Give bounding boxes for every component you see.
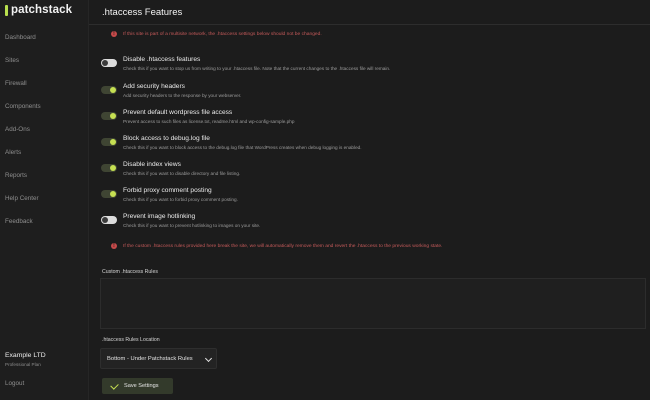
toggle-knob <box>110 87 116 93</box>
setting-title: Block access to debug.log file <box>123 135 210 142</box>
setting-description: Check this if you want to forbid proxy c… <box>123 196 238 202</box>
setting-prevent-file-access: Prevent default wordpress file access Pr… <box>101 109 641 132</box>
org-name[interactable]: Example LTD <box>5 352 46 359</box>
sidebar: patchstack Dashboard Sites Firewall Comp… <box>0 0 89 400</box>
setting-title: Add security headers <box>123 83 185 90</box>
custom-rules-label: Custom .htaccess Rules <box>102 269 158 275</box>
setting-title: Prevent default wordpress file access <box>123 109 233 116</box>
multisite-warning: ! If this site is part of a multisite ne… <box>111 31 322 37</box>
setting-block-debug-log: Block access to debug.log file Check thi… <box>101 135 641 158</box>
rules-location-label: .htaccess Rules Location <box>102 337 160 343</box>
setting-prevent-hotlinking: Prevent image hotlinking Check this if y… <box>101 213 641 236</box>
sidebar-item-reports[interactable]: Reports <box>5 172 27 179</box>
sidebar-item-components[interactable]: Components <box>5 103 41 110</box>
custom-rules-warning: ! If the custom .htaccess rules provided… <box>111 243 442 249</box>
page-title: .htaccess Features <box>102 7 183 18</box>
toggle-security-headers[interactable] <box>101 86 117 94</box>
sidebar-item-add-ons[interactable]: Add-Ons <box>5 126 30 133</box>
toggle-forbid-proxy-comment[interactable] <box>101 190 117 198</box>
toggle-disable-htaccess[interactable] <box>101 59 117 67</box>
setting-title: Forbid proxy comment posting <box>123 187 212 194</box>
setting-disable-htaccess: Disable .htaccess features Check this if… <box>101 56 641 79</box>
setting-description: Prevent access to such files as license.… <box>123 118 295 124</box>
toggle-disable-index-views[interactable] <box>101 164 117 172</box>
setting-title: Disable .htaccess features <box>123 56 201 63</box>
sidebar-item-dashboard[interactable]: Dashboard <box>5 34 36 41</box>
custom-rules-textarea[interactable] <box>100 278 646 329</box>
warning-icon: ! <box>111 243 117 249</box>
toggle-knob <box>110 165 116 171</box>
toggle-knob <box>110 191 116 197</box>
custom-rules-warning-text: If the custom .htaccess rules provided h… <box>123 243 443 249</box>
toggle-knob <box>110 139 116 145</box>
patchstack-logo[interactable]: patchstack <box>5 4 72 16</box>
toggle-knob <box>102 217 108 223</box>
toggle-knob <box>110 113 116 119</box>
sidebar-item-alerts[interactable]: Alerts <box>5 149 21 156</box>
save-settings-label: Save Settings <box>124 383 159 389</box>
toggle-knob <box>102 60 108 66</box>
setting-description: Check this if you want to disable direct… <box>123 170 241 176</box>
title-divider <box>89 24 650 25</box>
setting-title: Prevent image hotlinking <box>123 213 196 220</box>
toggle-prevent-file-access[interactable] <box>101 112 117 120</box>
check-icon <box>110 380 119 390</box>
toggle-block-debug-log[interactable] <box>101 138 117 146</box>
org-plan: Professional Plan <box>5 362 41 367</box>
setting-title: Disable index views <box>123 161 181 168</box>
setting-security-headers: Add security headers Add security header… <box>101 83 641 106</box>
sidebar-item-help-center[interactable]: Help Center <box>5 195 39 202</box>
warning-icon: ! <box>111 31 117 37</box>
setting-description: Check this if you want to block access t… <box>123 144 362 150</box>
rules-location-select[interactable]: Bottom - Under Patchstack Rules <box>100 348 217 369</box>
setting-description: Check this if you want to prevent hotlin… <box>123 222 261 228</box>
save-settings-button[interactable]: Save Settings <box>102 378 173 394</box>
logout-link[interactable]: Logout <box>5 380 24 387</box>
chevron-down-icon <box>204 354 213 363</box>
multisite-warning-text: If this site is part of a multisite netw… <box>123 31 322 37</box>
logo-mark-icon <box>5 4 8 16</box>
setting-forbid-proxy-comment: Forbid proxy comment posting Check this … <box>101 187 641 210</box>
rules-location-value: Bottom - Under Patchstack Rules <box>107 355 193 362</box>
main-content: .htaccess Features ! If this site is par… <box>89 0 650 400</box>
setting-description: Check this if you want to stop us from w… <box>123 65 391 71</box>
toggle-prevent-hotlinking[interactable] <box>101 216 117 224</box>
logo-text: patchstack <box>11 4 73 16</box>
setting-description: Add security headers to the response by … <box>123 92 242 98</box>
sidebar-item-feedback[interactable]: Feedback <box>5 218 33 225</box>
setting-disable-index-views: Disable index views Check this if you wa… <box>101 161 641 184</box>
sidebar-item-firewall[interactable]: Firewall <box>5 80 27 87</box>
sidebar-item-sites[interactable]: Sites <box>5 57 19 64</box>
